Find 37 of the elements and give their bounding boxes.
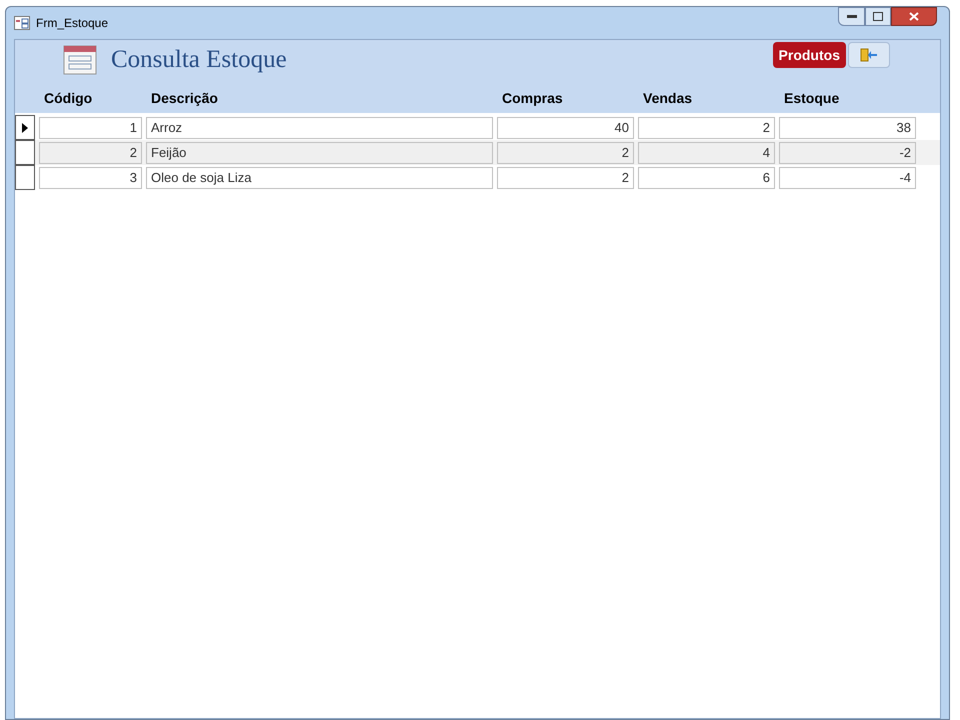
- record-selector[interactable]: [15, 140, 35, 165]
- table-cell[interactable]: 2: [39, 142, 142, 164]
- column-header: Descrição: [150, 89, 219, 108]
- maximize-icon: [873, 12, 883, 21]
- record-selector[interactable]: [15, 165, 35, 190]
- table-cell[interactable]: Feijão: [146, 142, 493, 164]
- current-record-icon: [22, 122, 28, 132]
- form-icon: [63, 45, 97, 75]
- minimize-icon: [846, 14, 856, 18]
- table-cell[interactable]: 6: [638, 166, 775, 188]
- table-cell[interactable]: 4: [638, 142, 775, 164]
- table-cell[interactable]: -4: [779, 166, 916, 188]
- exit-button[interactable]: [848, 42, 890, 68]
- close-icon: [909, 12, 919, 21]
- maximize-button[interactable]: [865, 7, 891, 26]
- form-icon: [14, 16, 30, 30]
- column-header: Vendas: [642, 89, 694, 108]
- close-button[interactable]: [891, 7, 937, 26]
- form-title: Consulta Estoque: [111, 45, 287, 76]
- table-cell[interactable]: 40: [497, 116, 634, 138]
- table-cell[interactable]: 2: [638, 116, 775, 138]
- table-cell[interactable]: 2: [497, 142, 634, 164]
- table-cell[interactable]: 2: [497, 166, 634, 188]
- door-arrow-icon: [859, 47, 879, 63]
- table-cell[interactable]: -2: [779, 142, 916, 164]
- table-cell[interactable]: Arroz: [146, 116, 493, 138]
- table-cell[interactable]: 3: [39, 166, 142, 188]
- column-header: Estoque: [783, 89, 840, 108]
- table-cell[interactable]: 38: [779, 116, 916, 138]
- products-button[interactable]: Produtos: [772, 42, 846, 68]
- record-selector[interactable]: [15, 115, 35, 140]
- window-title: Frm_Estoque: [36, 15, 108, 32]
- table-cell[interactable]: 1: [39, 116, 142, 138]
- column-header: Compras: [501, 89, 564, 108]
- minimize-button[interactable]: [838, 7, 865, 26]
- column-header: Código: [43, 89, 94, 108]
- table-cell[interactable]: Oleo de soja Liza: [146, 166, 493, 188]
